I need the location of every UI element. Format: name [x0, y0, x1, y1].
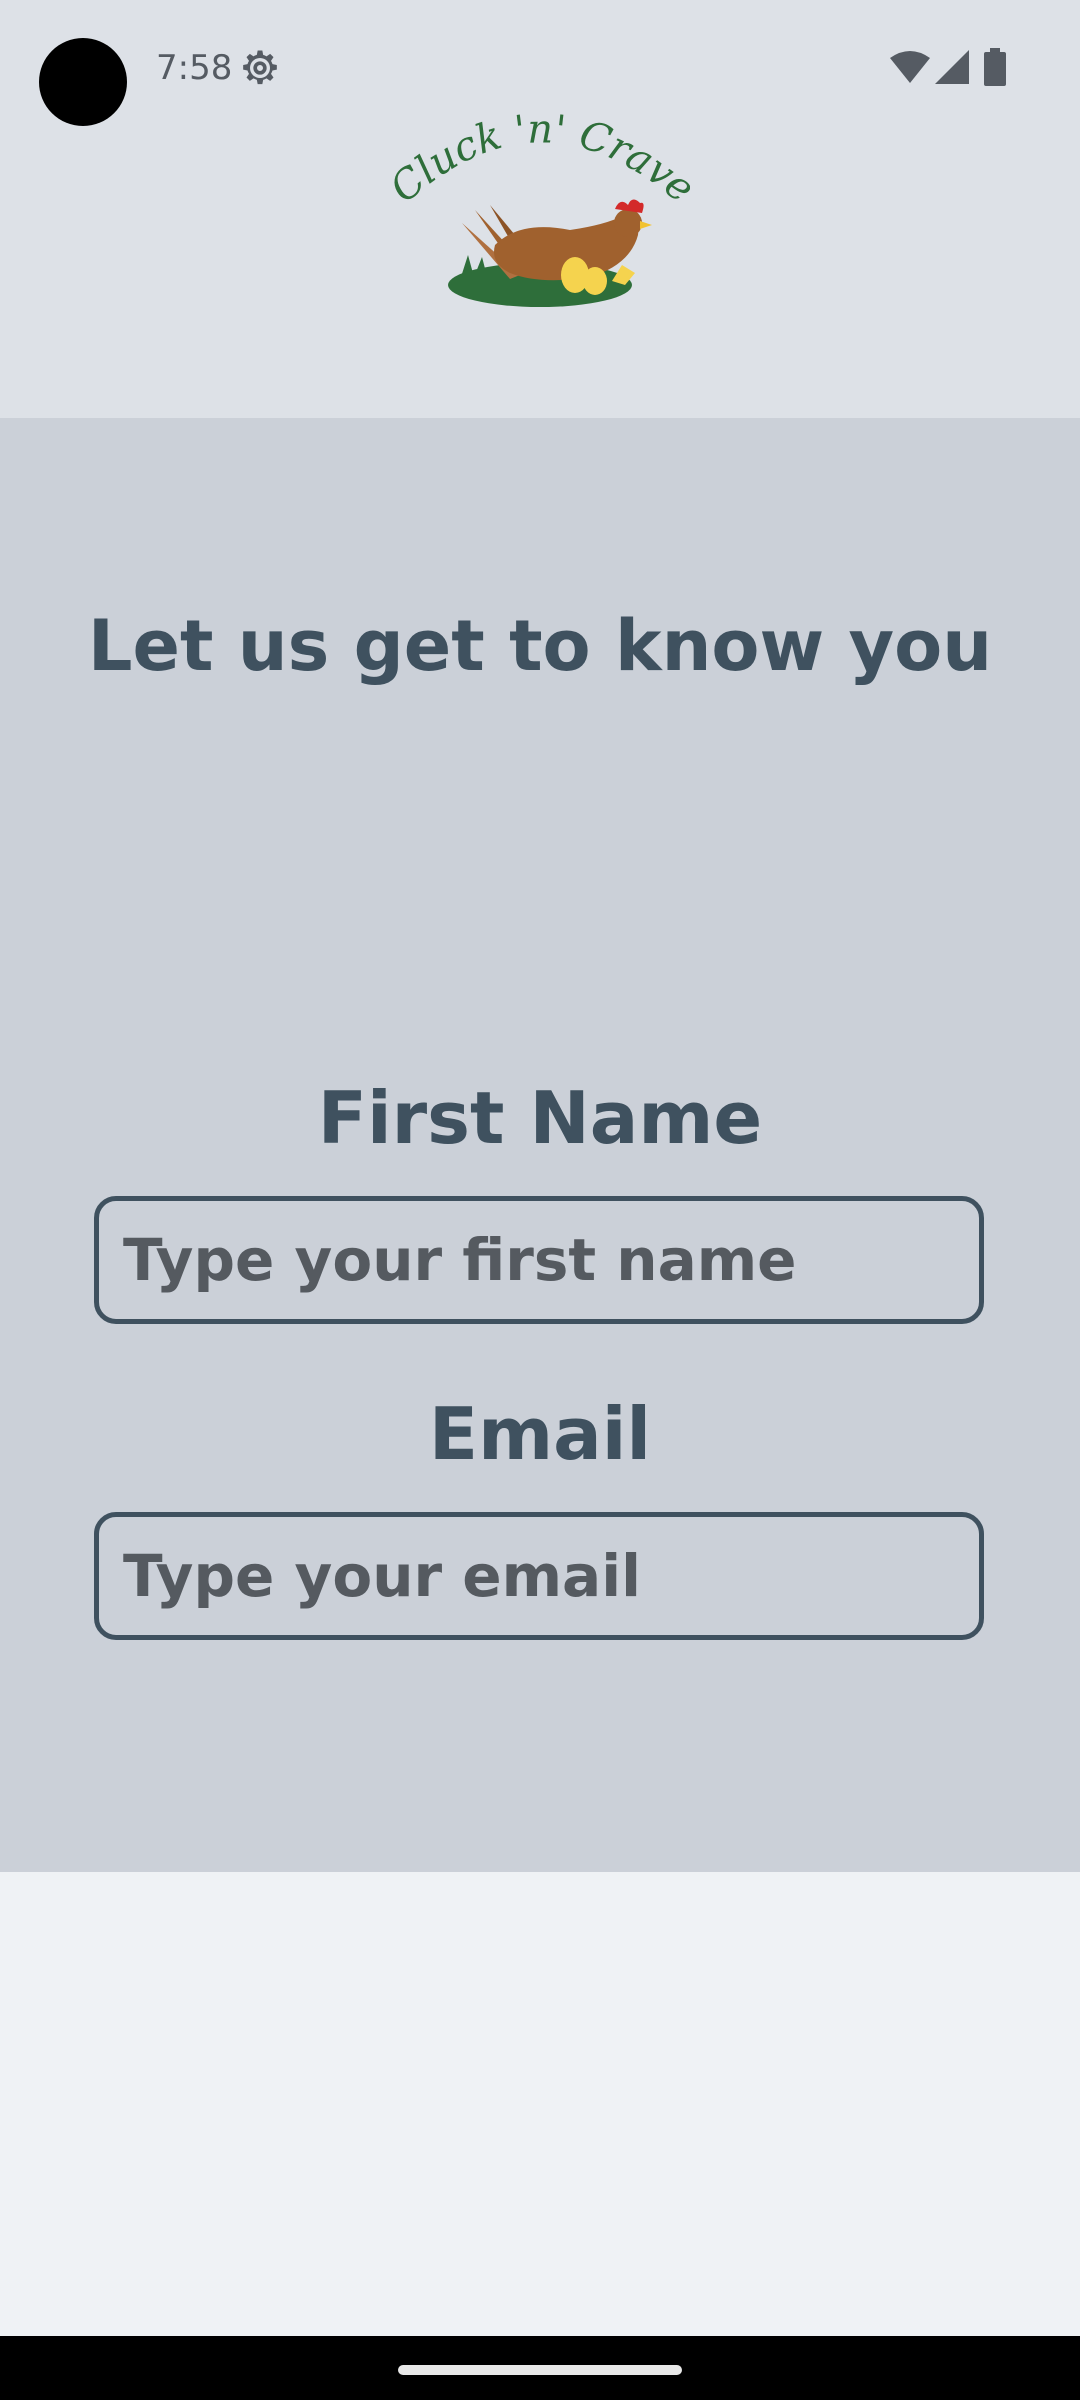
header: 7:58 Cluck 'n' Crave	[0, 0, 1080, 418]
app-screen: 7:58 Cluck 'n' Crave	[0, 0, 1080, 2400]
home-gesture-handle[interactable]	[398, 2365, 682, 2375]
brand-logo: Cluck 'n' Crave	[390, 106, 690, 307]
wifi-icon	[890, 51, 930, 83]
email-input[interactable]	[94, 1512, 984, 1640]
signup-form: Let us get to know you First Name Email	[0, 418, 1080, 1872]
logo-wordmark: Cluck 'n' Crave	[390, 106, 690, 212]
first-name-label: First Name	[317, 1076, 763, 1160]
status-time: 7:58	[156, 48, 233, 88]
camera-cutout	[39, 38, 127, 126]
settings-icon	[243, 50, 277, 85]
page-title: Let us get to know you	[87, 605, 993, 687]
email-label: Email	[428, 1392, 652, 1476]
battery-icon	[984, 48, 1006, 86]
first-name-input[interactable]	[94, 1196, 984, 1324]
signal-icon	[935, 50, 969, 84]
